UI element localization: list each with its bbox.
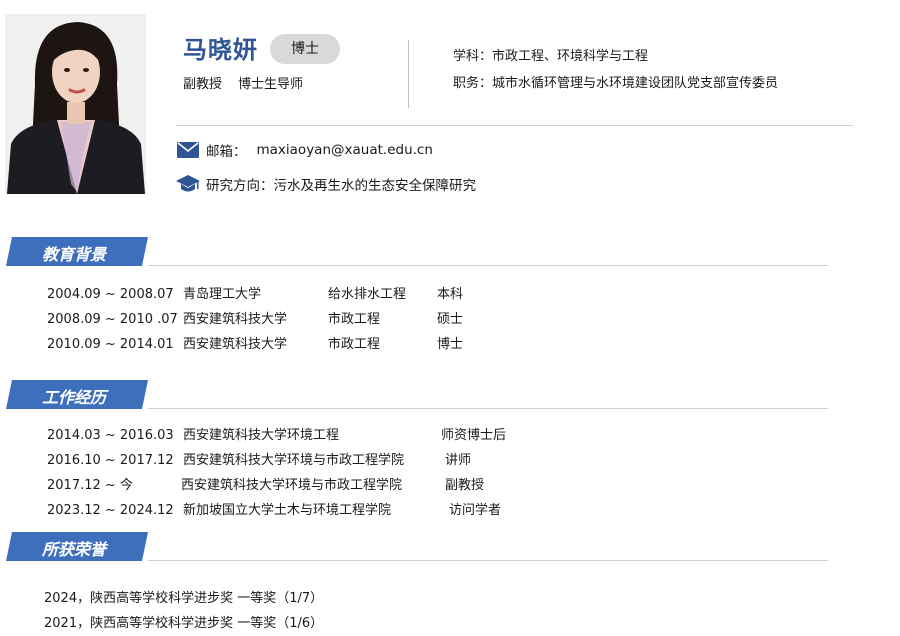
honor-item: 2021，陕西高等学校科学进步奖 一等奖（1/6） xyxy=(44,616,324,631)
academic-title: 副教授 xyxy=(183,77,223,92)
header-rule xyxy=(176,125,853,126)
education-degree: 本科 xyxy=(437,287,464,302)
profile-photo xyxy=(5,14,146,194)
education-school: 青岛理工大学 xyxy=(183,287,262,302)
position-value: 城市水循环管理与水环境建设团队党支部宣传委员 xyxy=(492,76,779,91)
education-major: 市政工程 xyxy=(328,337,381,352)
envelope-icon xyxy=(176,140,200,160)
position-line: 职务：城市水循环管理与水环境建设团队党支部宣传委员 xyxy=(453,72,778,91)
work-period: 2023.12 ~ 2024.12 xyxy=(47,503,174,518)
email-line: 邮箱： maxiaoyan@xauat.edu.cn xyxy=(176,140,433,160)
research-line: 研究方向： 污水及再生水的生态安全保障研究 xyxy=(176,174,476,194)
work-org: 西安建筑科技大学环境工程 xyxy=(183,428,340,443)
graduation-cap-icon xyxy=(176,174,200,194)
education-heading: 教育背景 xyxy=(42,245,107,264)
work-rule xyxy=(148,408,828,409)
education-school: 西安建筑科技大学 xyxy=(183,312,288,327)
discipline-label: 学科： xyxy=(453,49,493,64)
education-degree: 硕士 xyxy=(437,312,464,327)
work-org: 西安建筑科技大学环境与市政工程学院 xyxy=(181,478,403,493)
honors-rule xyxy=(148,560,828,561)
work-role: 访问学者 xyxy=(449,503,502,518)
education-period: 2010.09 ~ 2014.01 xyxy=(47,337,174,352)
header-divider xyxy=(408,40,409,108)
work-org: 西安建筑科技大学环境与市政工程学院 xyxy=(183,453,405,468)
honor-item: 2024，陕西高等学校科学进步奖 一等奖（1/7） xyxy=(44,591,324,606)
work-role: 讲师 xyxy=(445,453,472,468)
work-section-header: 工作经历 xyxy=(0,380,828,410)
education-major: 给水排水工程 xyxy=(328,287,407,302)
work-period: 2014.03 ~ 2016.03 xyxy=(47,428,174,443)
education-degree: 博士 xyxy=(437,337,464,352)
discipline-line: 学科：市政工程、环境科学与工程 xyxy=(453,45,648,64)
email-value[interactable]: maxiaoyan@xauat.edu.cn xyxy=(257,142,433,158)
work-role: 副教授 xyxy=(445,478,485,493)
honors-section-header: 所获荣誉 xyxy=(0,532,828,562)
work-heading: 工作经历 xyxy=(42,388,107,407)
research-label: 研究方向： xyxy=(206,178,274,194)
discipline-value: 市政工程、环境科学与工程 xyxy=(492,49,649,64)
education-rule xyxy=(148,265,828,266)
work-period: 2016.10 ~ 2017.12 xyxy=(47,453,174,468)
person-name: 马晓妍 xyxy=(183,36,258,64)
education-major: 市政工程 xyxy=(328,312,381,327)
portrait-illustration xyxy=(5,14,146,194)
email-label: 邮箱： xyxy=(206,144,247,160)
titles-line: 副教授 博士生导师 xyxy=(183,73,303,92)
work-period: 2017.12 ~ 今 xyxy=(47,478,133,493)
supervisor-title: 博士生导师 xyxy=(238,77,304,92)
work-org: 新加坡国立大学土木与环境工程学院 xyxy=(183,503,392,518)
education-school: 西安建筑科技大学 xyxy=(183,337,288,352)
education-period: 2008.09 ~ 2010 .07 xyxy=(47,312,178,327)
education-period: 2004.09 ~ 2008.07 xyxy=(47,287,174,302)
honors-heading: 所获荣誉 xyxy=(42,540,107,559)
work-role: 师资博士后 xyxy=(441,428,507,443)
education-section-header: 教育背景 xyxy=(0,237,828,267)
degree-badge: 博士 xyxy=(270,34,340,64)
position-label: 职务： xyxy=(453,76,493,91)
research-value: 污水及再生水的生态安全保障研究 xyxy=(273,178,477,194)
